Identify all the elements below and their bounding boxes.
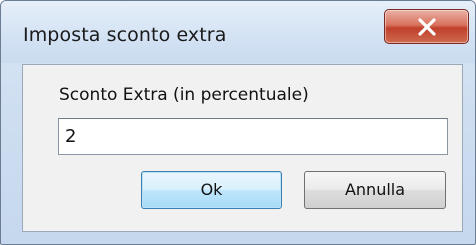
close-button[interactable] xyxy=(384,9,469,44)
window-title: Imposta sconto extra xyxy=(23,24,227,46)
dialog-content: Sconto Extra (in percentuale) Ok Annulla xyxy=(22,64,463,232)
close-icon xyxy=(418,18,436,36)
discount-label: Sconto Extra (in percentuale) xyxy=(59,85,309,105)
dialog-window: Imposta sconto extra Sconto Extra (in pe… xyxy=(0,0,476,245)
title-bar[interactable]: Imposta sconto extra xyxy=(1,1,475,63)
discount-input[interactable] xyxy=(58,118,448,155)
cancel-button[interactable]: Annulla xyxy=(304,171,446,209)
ok-button[interactable]: Ok xyxy=(141,171,282,209)
